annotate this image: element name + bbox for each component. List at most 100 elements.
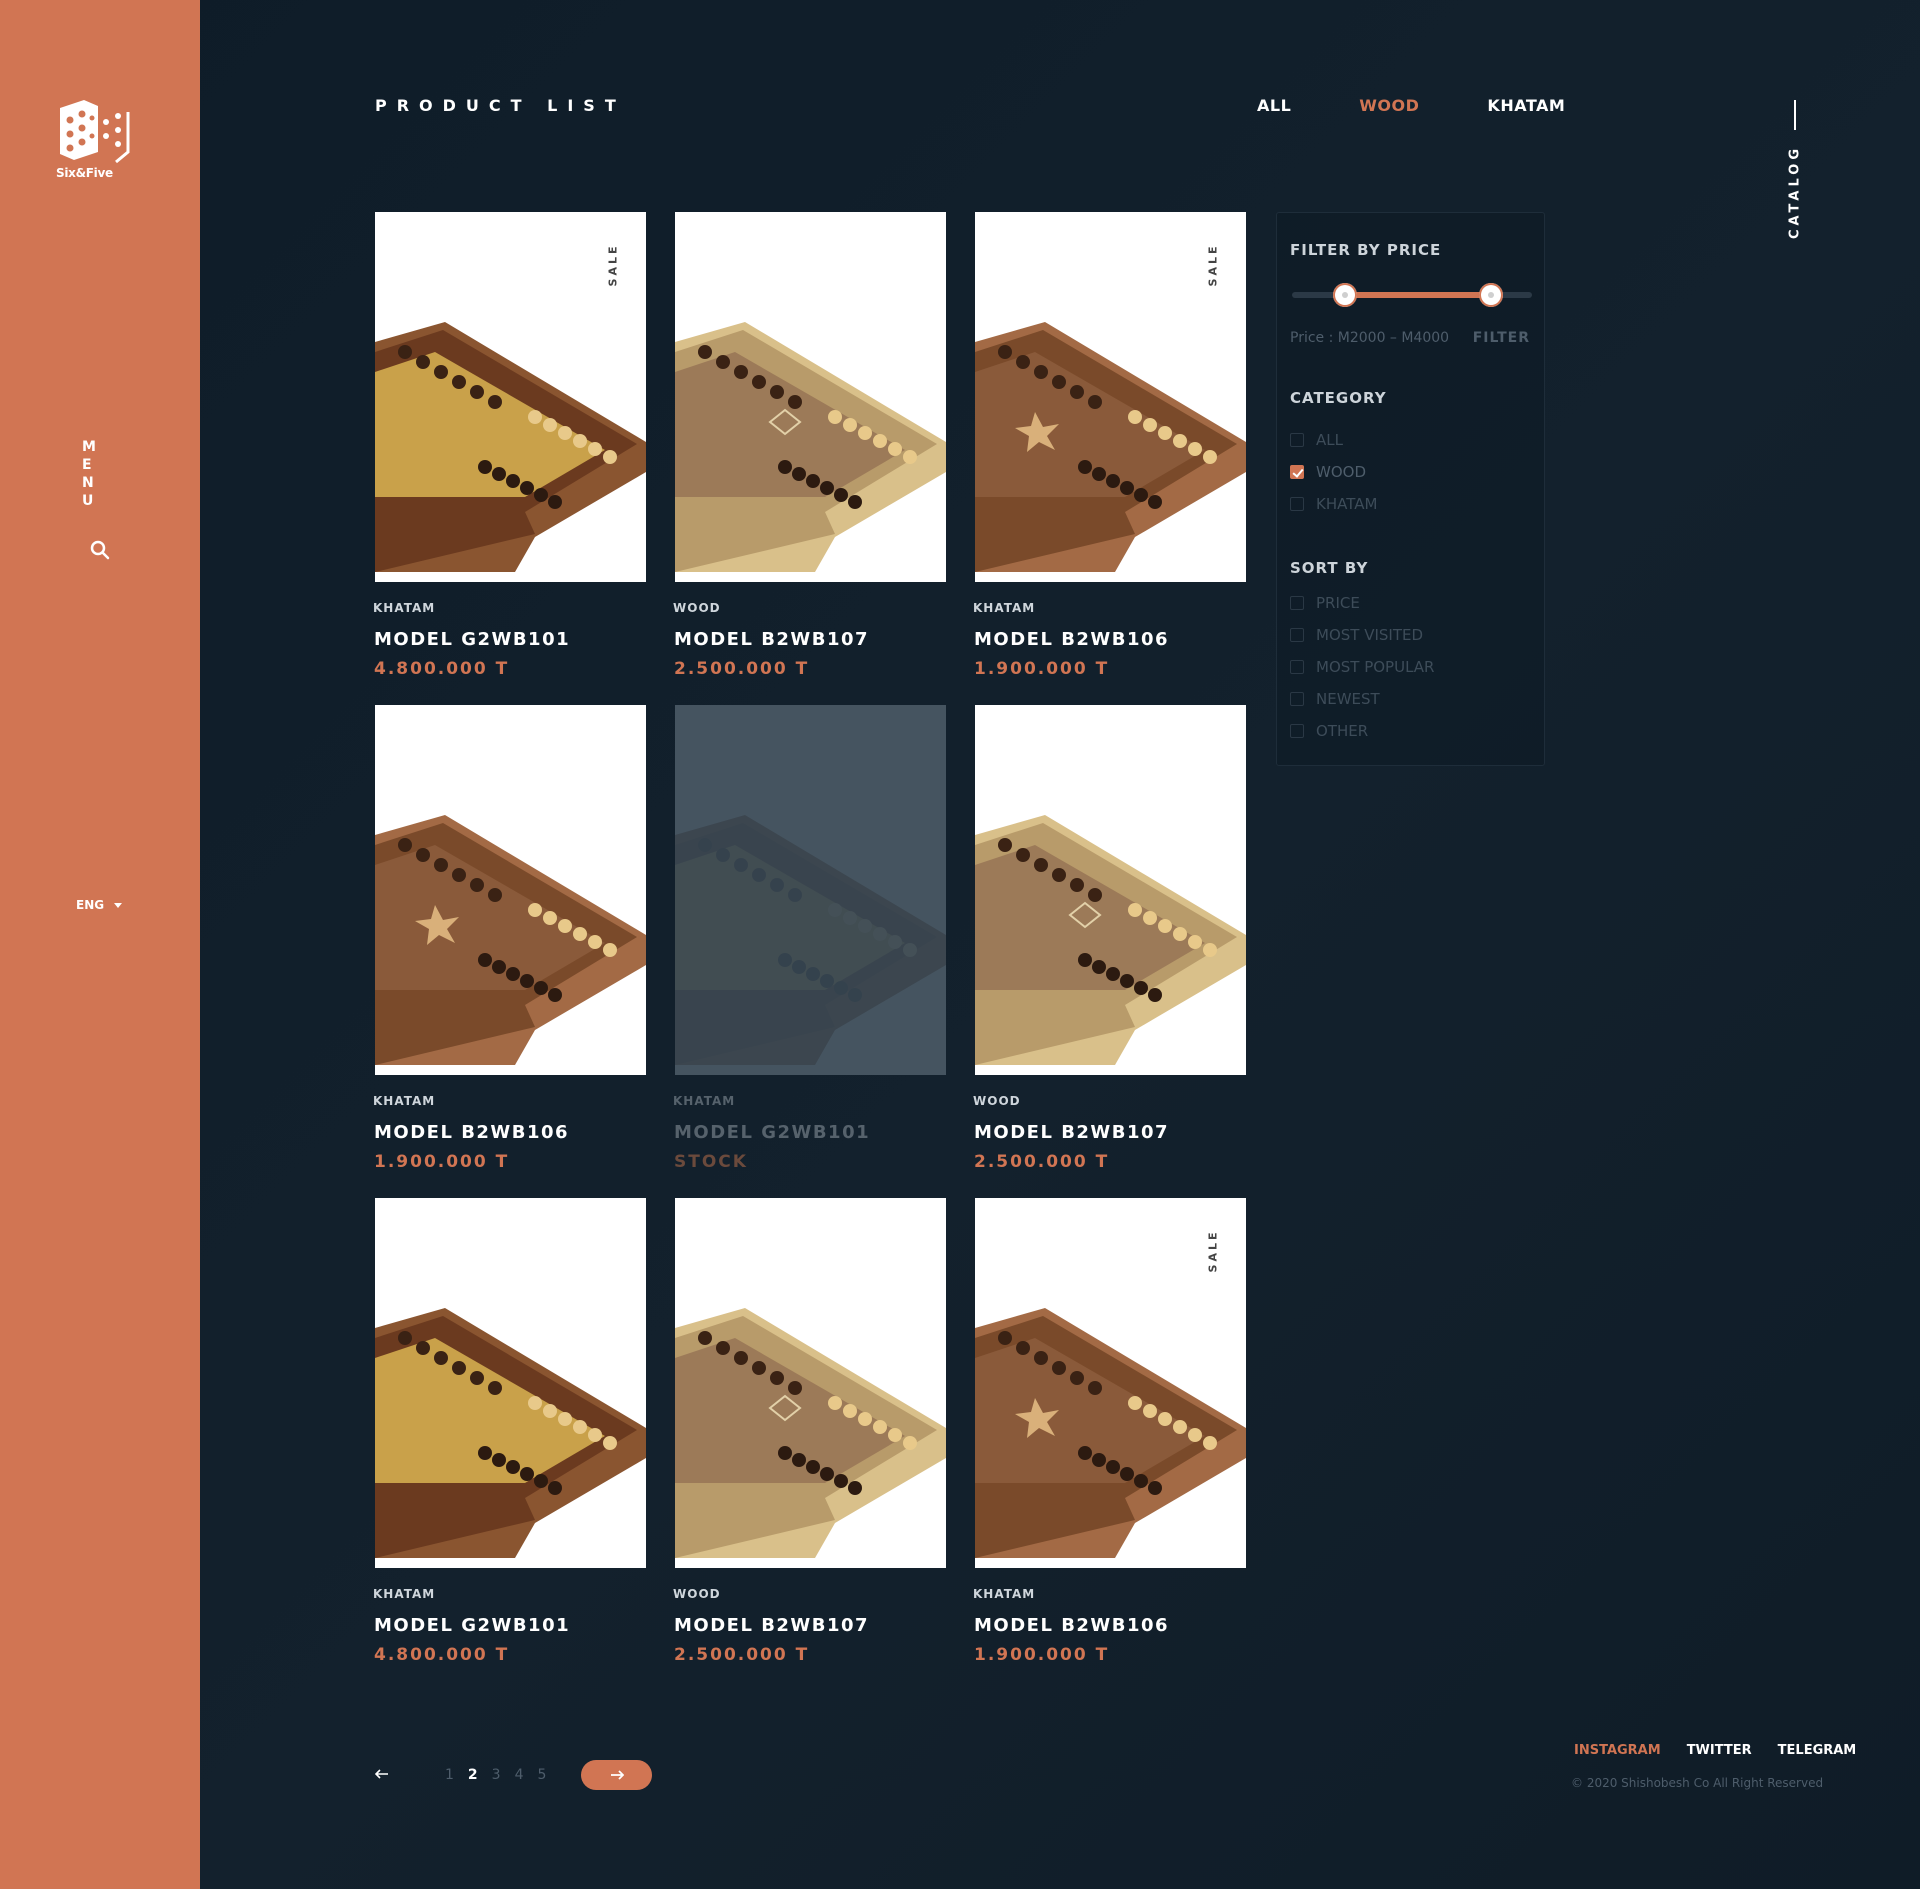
page-number[interactable]: 4 <box>515 1767 524 1783</box>
product-category: KHATAM <box>373 601 436 615</box>
sort-option[interactable]: PRICE <box>1290 594 1360 612</box>
product-card[interactable]: WOOD MODEL B2WB107 2.500.000 T <box>673 1198 946 1665</box>
language-selector[interactable]: ENG <box>76 898 123 912</box>
price-slider-min-handle[interactable] <box>1332 283 1357 307</box>
product-name[interactable]: MODEL B2WB107 <box>974 1122 1246 1143</box>
product-category: KHATAM <box>373 1587 436 1601</box>
product-name[interactable]: MODEL B2WB106 <box>974 1615 1246 1636</box>
product-name[interactable]: MODEL B2WB106 <box>374 1122 646 1143</box>
product-price: 1.900.000 T <box>974 659 1110 679</box>
checkbox[interactable] <box>1290 724 1304 738</box>
product-name[interactable]: MODEL G2WB101 <box>674 1122 946 1143</box>
sort-option[interactable]: MOST VISITED <box>1290 626 1423 644</box>
arrow-right-icon <box>610 1770 624 1780</box>
product-name[interactable]: MODEL B2WB106 <box>974 629 1246 650</box>
checkbox[interactable] <box>1290 596 1304 610</box>
catalog-label[interactable]: CATALOG <box>1788 145 1803 239</box>
checkbox[interactable] <box>1290 692 1304 706</box>
instagram-link[interactable]: INSTAGRAM <box>1574 1743 1661 1758</box>
backgammon-board-image <box>375 815 646 1065</box>
product-name[interactable]: MODEL G2WB101 <box>374 629 646 650</box>
product-image[interactable]: SALE <box>375 212 646 582</box>
option-label: OTHER <box>1316 722 1369 740</box>
product-image[interactable]: SALE <box>975 1198 1246 1568</box>
product-category: KHATAM <box>373 1094 436 1108</box>
search-button[interactable] <box>88 538 112 562</box>
sort-heading: SORT BY <box>1290 559 1369 577</box>
tab-wood[interactable]: WOOD <box>1359 96 1419 115</box>
catalog-divider <box>1794 100 1796 130</box>
category-option[interactable]: KHATAM <box>1290 495 1377 513</box>
checkbox[interactable] <box>1290 497 1304 511</box>
checkbox[interactable] <box>1290 660 1304 674</box>
sale-badge: SALE <box>1206 1229 1220 1273</box>
page-number[interactable]: 2 <box>468 1767 478 1783</box>
language-label: ENG <box>76 898 105 912</box>
option-label: MOST VISITED <box>1316 626 1424 644</box>
page-number[interactable]: 1 <box>445 1767 454 1783</box>
tab-all[interactable]: ALL <box>1257 96 1291 115</box>
product-card[interactable]: SALE KHATAM MODEL G2WB101 4.800.000 T <box>373 212 646 679</box>
backgammon-board-image <box>675 322 946 572</box>
category-option[interactable]: ALL <box>1290 431 1343 449</box>
checkbox[interactable] <box>1290 465 1304 479</box>
page-number[interactable]: 3 <box>492 1767 501 1783</box>
brand-logo[interactable]: Six&Five <box>54 96 138 184</box>
next-page-button[interactable] <box>581 1760 653 1790</box>
product-image[interactable]: SALE <box>975 212 1246 582</box>
product-image[interactable] <box>675 1198 946 1568</box>
product-image[interactable] <box>675 705 946 1075</box>
product-image[interactable] <box>675 212 946 582</box>
filter-panel: FILTER BY PRICE Price : M2000 – M4000 FI… <box>1276 212 1545 766</box>
prev-page-button[interactable] <box>374 1767 445 1783</box>
social-links: INSTAGRAM TWITTER TELEGRAM <box>1574 1743 1856 1758</box>
out-of-stock-overlay <box>675 705 946 1075</box>
twitter-link[interactable]: TWITTER <box>1687 1743 1752 1758</box>
sale-badge: SALE <box>606 243 620 287</box>
sort-option[interactable]: MOST POPULAR <box>1290 658 1434 676</box>
product-card[interactable]: WOOD MODEL B2WB107 2.500.000 T <box>973 705 1246 1172</box>
backgammon-board-image <box>975 815 1246 1065</box>
product-category: KHATAM <box>973 1587 1036 1601</box>
product-category: KHATAM <box>973 601 1036 615</box>
product-image[interactable] <box>375 705 646 1075</box>
sort-option[interactable]: NEWEST <box>1290 690 1380 708</box>
product-price: 2.500.000 T <box>674 1645 810 1665</box>
page-number[interactable]: 5 <box>538 1767 547 1783</box>
backgammon-board-image <box>675 1308 946 1558</box>
product-card[interactable]: SALE KHATAM MODEL B2WB106 1.900.000 T <box>973 1198 1246 1665</box>
product-card[interactable]: WOOD MODEL B2WB107 2.500.000 T <box>673 212 946 679</box>
logo-text: Six&Five <box>56 166 113 180</box>
option-label: PRICE <box>1316 594 1360 612</box>
category-heading: CATEGORY <box>1290 389 1387 407</box>
product-card[interactable]: SALE KHATAM MODEL B2WB106 1.900.000 T <box>973 212 1246 679</box>
product-category: KHATAM <box>673 1094 736 1108</box>
checkbox[interactable] <box>1290 433 1304 447</box>
sort-option[interactable]: OTHER <box>1290 722 1368 740</box>
product-card[interactable]: KHATAM MODEL G2WB101 4.800.000 T <box>373 1198 646 1665</box>
option-label: KHATAM <box>1316 495 1378 513</box>
product-category: WOOD <box>673 1587 721 1601</box>
product-card[interactable]: KHATAM MODEL B2WB106 1.900.000 T <box>373 705 646 1172</box>
product-image[interactable] <box>975 705 1246 1075</box>
price-slider[interactable] <box>1292 283 1532 307</box>
product-image[interactable] <box>375 1198 646 1568</box>
dice-logo-icon <box>60 100 130 164</box>
category-option[interactable]: WOOD <box>1290 463 1366 481</box>
chevron-down-icon <box>114 902 123 908</box>
product-name[interactable]: MODEL B2WB107 <box>674 629 946 650</box>
telegram-link[interactable]: TELEGRAM <box>1778 1743 1857 1758</box>
product-name[interactable]: MODEL B2WB107 <box>674 1615 946 1636</box>
product-price: 2.500.000 T <box>974 1152 1110 1172</box>
product-price: STOCK <box>674 1152 748 1172</box>
tab-khatam[interactable]: KHATAM <box>1487 96 1565 115</box>
filter-button[interactable]: FILTER <box>1473 330 1530 346</box>
backgammon-board-image <box>375 1308 646 1558</box>
product-card[interactable]: KHATAM MODEL G2WB101 STOCK <box>673 705 946 1172</box>
sale-badge: SALE <box>1206 243 1220 287</box>
product-name[interactable]: MODEL G2WB101 <box>374 1615 646 1636</box>
price-slider-max-handle[interactable] <box>1479 283 1504 307</box>
pagination: 12345 <box>374 1760 653 1790</box>
checkbox[interactable] <box>1290 628 1304 642</box>
menu-button[interactable]: MENU <box>82 438 122 510</box>
